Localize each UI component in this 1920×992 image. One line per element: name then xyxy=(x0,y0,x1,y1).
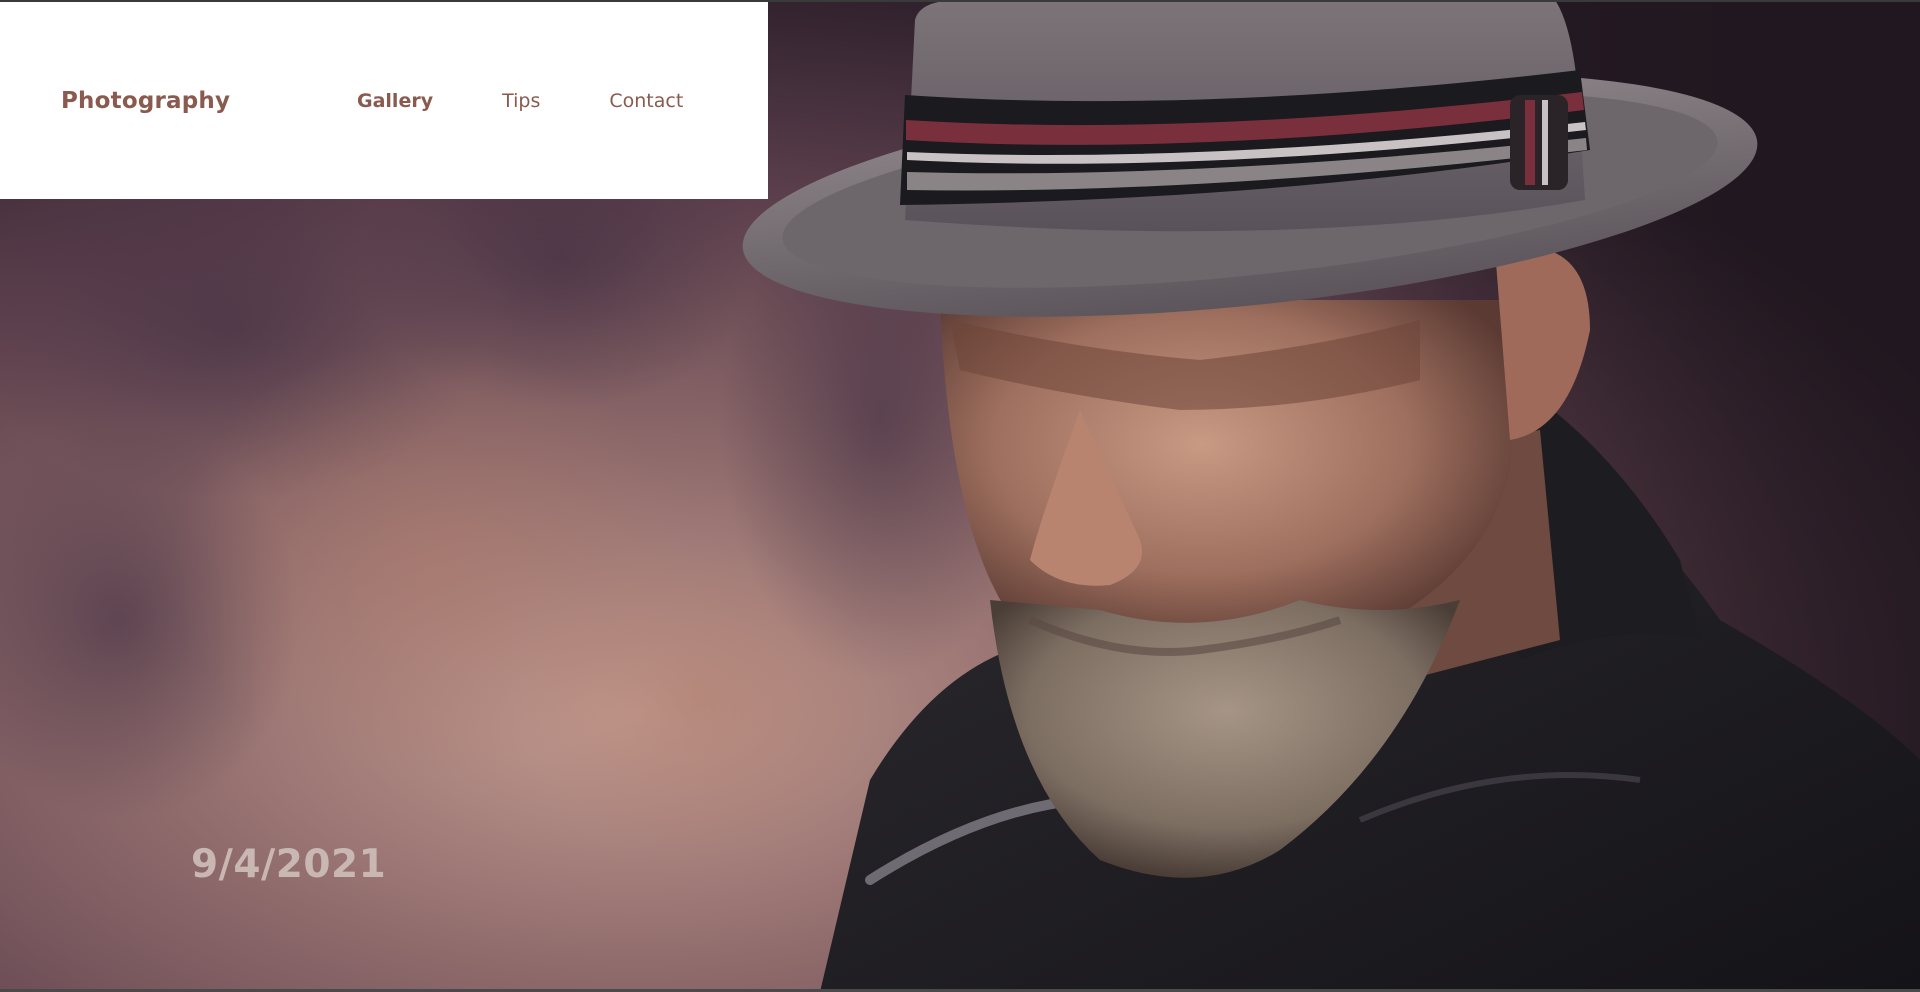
main-nav: Gallery Tips Contact xyxy=(357,90,683,112)
header-nav-panel: Photography Gallery Tips Contact xyxy=(0,2,768,199)
nav-link-contact[interactable]: Contact xyxy=(609,90,683,112)
nav-link-tips[interactable]: Tips xyxy=(502,90,540,112)
page: Photography Gallery Tips Contact 9/4/202… xyxy=(0,0,1920,992)
post-date: 9/4/2021 xyxy=(191,842,387,887)
brand-logo-link[interactable]: Photography xyxy=(61,88,230,114)
nav-link-gallery[interactable]: Gallery xyxy=(357,90,433,112)
